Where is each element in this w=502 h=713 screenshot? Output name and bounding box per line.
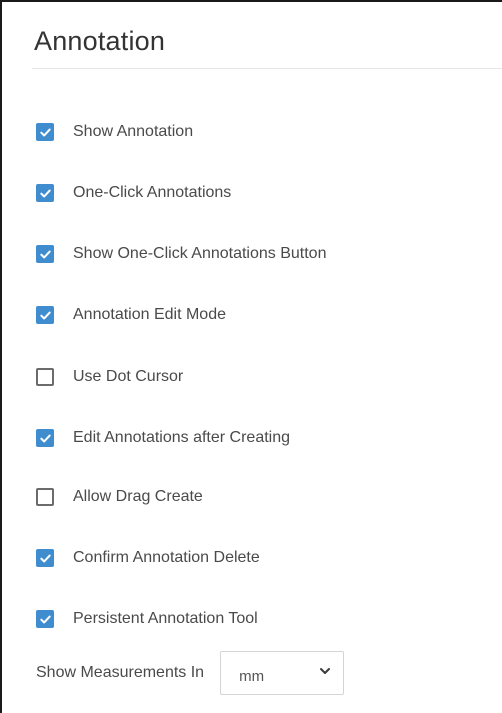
allow-drag-create-label: Allow Drag Create [73, 488, 203, 505]
persistent-tool-checkbox[interactable] [36, 610, 54, 628]
option-annotation-edit-mode[interactable]: Annotation Edit Mode [36, 304, 226, 326]
title-divider [32, 68, 502, 69]
allow-drag-create-checkbox[interactable] [36, 488, 54, 506]
measurements-unit-select[interactable]: mm [220, 651, 345, 695]
edit-after-creating-checkbox[interactable] [36, 429, 54, 447]
show-annotation-label: Show Annotation [73, 123, 194, 140]
option-show-one-click-button[interactable]: Show One-Click Annotations Button [36, 243, 326, 265]
edit-after-creating-label: Edit Annotations after Creating [73, 429, 291, 446]
show-one-click-button-label: Show One-Click Annotations Button [73, 245, 327, 262]
annotation-settings-panel: Annotation Show Annotation One-Click Ann… [0, 0, 502, 713]
option-edit-after-creating[interactable]: Edit Annotations after Creating [36, 427, 290, 449]
one-click-annotations-checkbox[interactable] [36, 184, 54, 202]
use-dot-cursor-label: Use Dot Cursor [73, 368, 184, 385]
annotation-edit-mode-checkbox[interactable] [36, 306, 54, 324]
measurements-selected-value: mm [239, 667, 265, 685]
measurements-row: Show Measurements In mm [36, 650, 345, 696]
option-persistent-tool[interactable]: Persistent Annotation Tool [36, 608, 258, 630]
option-one-click-annotations[interactable]: One-Click Annotations [36, 182, 231, 204]
checkmark-icon [39, 552, 52, 565]
checkmark-icon [39, 309, 52, 322]
use-dot-cursor-checkbox[interactable] [36, 368, 54, 386]
checkmark-icon [39, 248, 52, 261]
measurements-label: Show Measurements In [36, 664, 205, 681]
checkmark-icon [39, 432, 52, 445]
option-use-dot-cursor[interactable]: Use Dot Cursor [36, 366, 183, 388]
panel-title: Annotation [34, 26, 166, 56]
show-annotation-checkbox[interactable] [36, 123, 54, 141]
option-allow-drag-create[interactable]: Allow Drag Create [36, 486, 203, 508]
option-show-annotation[interactable]: Show Annotation [36, 121, 193, 143]
annotation-edit-mode-label: Annotation Edit Mode [73, 306, 226, 323]
persistent-tool-label: Persistent Annotation Tool [73, 610, 258, 627]
confirm-delete-label: Confirm Annotation Delete [73, 549, 260, 566]
one-click-annotations-label: One-Click Annotations [73, 184, 232, 201]
checkmark-icon [39, 126, 52, 139]
checkmark-icon [39, 187, 52, 200]
confirm-delete-checkbox[interactable] [36, 549, 54, 567]
chevron-down-icon [319, 664, 331, 682]
checkmark-icon [39, 613, 52, 626]
option-confirm-delete[interactable]: Confirm Annotation Delete [36, 547, 260, 569]
show-one-click-button-checkbox[interactable] [36, 245, 54, 263]
